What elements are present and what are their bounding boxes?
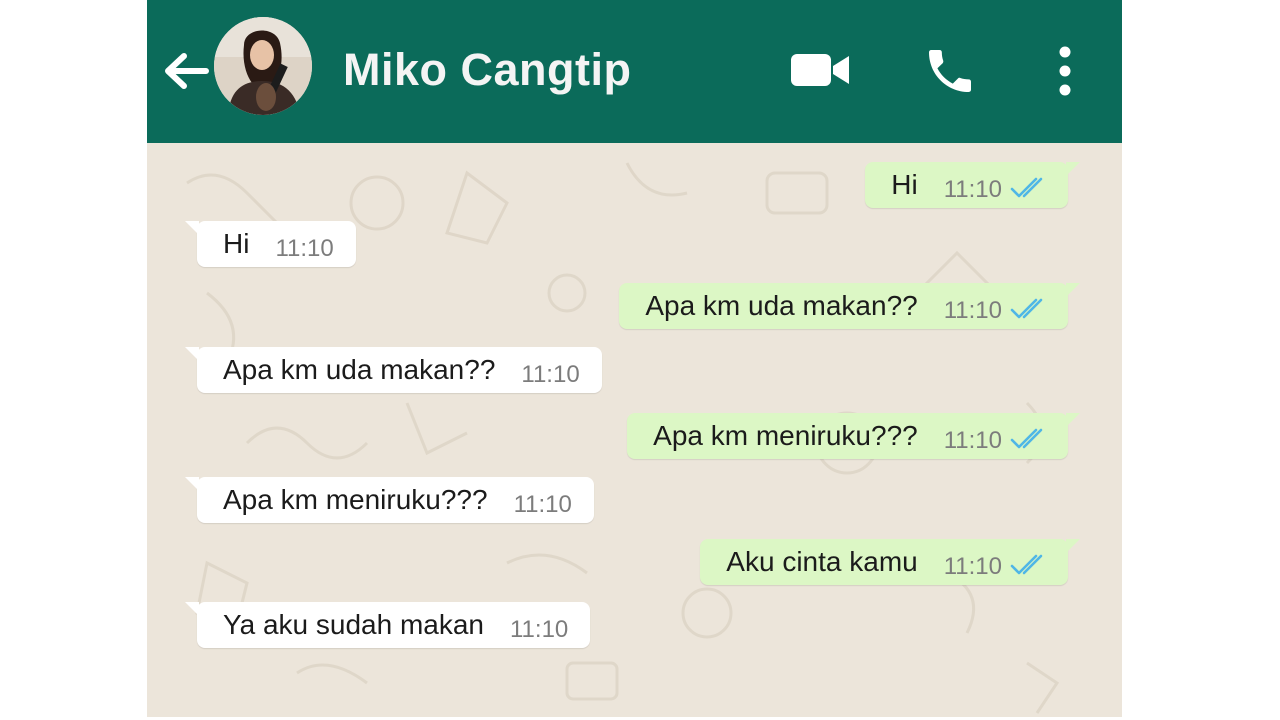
message-time: 11:10 <box>509 616 569 643</box>
message-text: Hi <box>891 169 918 200</box>
read-ticks-icon <box>1010 553 1054 577</box>
read-ticks-icon <box>1010 176 1054 200</box>
message-text: Apa km uda makan?? <box>223 354 496 385</box>
message-text: Apa km uda makan?? <box>645 290 918 321</box>
incoming-message[interactable]: Ya aku sudah makan 11:10 <box>184 602 591 648</box>
message-text: Apa km meniruku??? <box>223 484 488 515</box>
message-time: 11:10 <box>521 361 580 388</box>
chat-header: Miko Cangtip <box>147 0 1122 143</box>
message-text: Hi <box>223 228 250 259</box>
more-vert-icon <box>1059 46 1071 96</box>
message-text: Ya aku sudah makan <box>223 609 484 640</box>
message-text: Aku cinta kamu <box>726 546 918 577</box>
avatar-photo <box>214 17 312 115</box>
phone-icon <box>929 50 971 92</box>
back-button[interactable] <box>161 46 211 96</box>
outgoing-message[interactable]: Apa km uda makan?? 11:10 <box>619 283 1080 329</box>
avatar[interactable] <box>214 17 312 115</box>
message-time: 11:10 <box>943 427 1002 454</box>
more-options-button[interactable] <box>1047 40 1083 102</box>
message-text: Apa km meniruku??? <box>653 420 918 451</box>
video-call-button[interactable] <box>787 44 853 96</box>
outgoing-message[interactable]: Hi 11:10 <box>865 162 1080 208</box>
incoming-message[interactable]: Apa km meniruku??? 11:10 <box>185 477 594 523</box>
read-ticks-icon <box>1010 427 1054 451</box>
read-ticks-icon <box>1010 297 1054 321</box>
contact-name[interactable]: Miko Cangtip <box>343 44 631 96</box>
message-time: 11:10 <box>943 176 1002 203</box>
voice-call-button[interactable] <box>919 40 981 102</box>
back-arrow-icon <box>165 53 209 89</box>
video-call-icon <box>791 54 849 86</box>
outgoing-message[interactable]: Aku cinta kamu 11:10 <box>700 539 1080 585</box>
chat-area[interactable]: Hi 11:10 Hi 11:10 Apa km uda makan?? 11:10 Apa… <box>147 143 1122 717</box>
chat-window: Miko Cangtip Hi 11:10 Hi 11:10 Apa km ud… <box>147 0 1122 717</box>
message-time: 11:10 <box>275 235 334 262</box>
message-time: 11:10 <box>943 297 1002 324</box>
incoming-message[interactable]: Hi 11:10 <box>185 221 356 267</box>
message-time: 11:10 <box>943 553 1002 580</box>
incoming-message[interactable]: Apa km uda makan?? 11:10 <box>185 347 602 393</box>
outgoing-message[interactable]: Apa km meniruku??? 11:10 <box>627 413 1080 459</box>
message-time: 11:10 <box>513 491 572 518</box>
